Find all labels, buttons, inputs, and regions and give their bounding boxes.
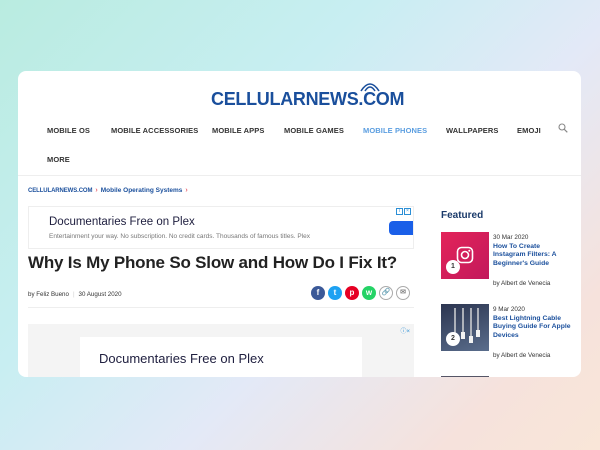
twitter-share-icon[interactable]: t <box>328 286 342 300</box>
ad-choices-icon[interactable]: ⓘ× <box>400 326 410 335</box>
featured-author[interactable]: by Albert de Venecia <box>493 280 550 287</box>
nav-item-more[interactable]: MORE <box>47 155 70 164</box>
publish-date: 30 August 2020 <box>78 291 122 298</box>
featured-thumbnail[interactable]: 1 <box>441 232 489 279</box>
ad-banner-top[interactable]: Documentaries Free on Plex Entertainment… <box>28 206 414 249</box>
meta-separator: | <box>72 291 75 298</box>
featured-heading: Featured <box>441 210 484 221</box>
instagram-icon <box>456 246 474 264</box>
email-share-icon[interactable]: ✉ <box>396 286 410 300</box>
nav-divider <box>18 175 581 176</box>
ad-open-button[interactable] <box>389 221 413 235</box>
ad-subtitle: Entertainment your way. No subscription.… <box>49 233 310 240</box>
ad-bottom-title[interactable]: Documentaries Free on Plex <box>99 351 264 366</box>
breadcrumb: CELLULARNEWS.COM › Mobile Operating Syst… <box>28 187 188 194</box>
featured-item[interactable]: 1 30 Mar 2020 How To Create Instagram Fi… <box>441 232 576 292</box>
article-title: Why Is My Phone So Slow and How Do I Fix… <box>28 253 397 272</box>
whatsapp-share-icon[interactable]: w <box>362 286 376 300</box>
breadcrumb-separator: › <box>185 187 188 194</box>
nav-item-mobile-apps[interactable]: MOBILE APPS <box>212 126 265 135</box>
signal-icon <box>360 83 380 92</box>
ad-banner-bottom[interactable]: Documentaries Free on Plex ⓘ× <box>28 324 414 377</box>
author-byline[interactable]: by Feliz Bueno <box>28 291 69 298</box>
nav-item-emoji[interactable]: EMOJI <box>517 126 541 135</box>
pinterest-share-icon[interactable]: p <box>345 286 359 300</box>
ad-title[interactable]: Documentaries Free on Plex <box>49 216 195 228</box>
featured-rank: 1 <box>446 260 460 274</box>
featured-author[interactable]: by Albert de Venecia <box>493 352 550 359</box>
nav-item-mobile-games[interactable]: MOBILE GAMES <box>284 126 344 135</box>
breadcrumb-category[interactable]: Mobile Operating Systems <box>101 187 183 194</box>
ad-choices-icon[interactable]: i × <box>396 208 411 215</box>
ad-bottom-card[interactable]: Documentaries Free on Plex <box>80 337 362 377</box>
page-card: CELLULARNEWS.COM MOBILE OS MOBILE ACCESS… <box>18 71 581 377</box>
copy-link-icon[interactable]: 🔗 <box>379 286 393 300</box>
nav-item-wallpapers[interactable]: WALLPAPERS <box>446 126 499 135</box>
featured-date: 9 Mar 2020 <box>493 306 525 313</box>
featured-thumbnail[interactable]: 2 <box>441 304 489 351</box>
nav-item-mobile-os[interactable]: MOBILE OS <box>47 126 90 135</box>
meta-divider <box>28 307 414 308</box>
nav-item-mobile-phones[interactable]: MOBILE PHONES <box>363 126 427 135</box>
featured-item[interactable]: 2 9 Mar 2020 Best Lightning Cable Buying… <box>441 304 576 364</box>
nav-item-mobile-accessories[interactable]: MOBILE ACCESSORIES <box>111 126 198 135</box>
facebook-share-icon[interactable]: f <box>311 286 325 300</box>
search-icon[interactable] <box>558 123 568 133</box>
featured-rank: 2 <box>446 332 460 346</box>
breadcrumb-separator: › <box>95 187 98 194</box>
featured-title[interactable]: Best Lightning Cable Buying Guide For Ap… <box>493 315 573 340</box>
featured-date: 30 Mar 2020 <box>493 234 529 241</box>
breadcrumb-home[interactable]: CELLULARNEWS.COM <box>28 188 93 194</box>
featured-title[interactable]: How To Create Instagram Filters: A Begin… <box>493 243 573 268</box>
featured-thumbnail-partial <box>441 376 489 377</box>
share-bar: f t p w 🔗 ✉ <box>311 286 410 300</box>
article-meta: by Feliz Bueno | 30 August 2020 <box>28 291 122 298</box>
